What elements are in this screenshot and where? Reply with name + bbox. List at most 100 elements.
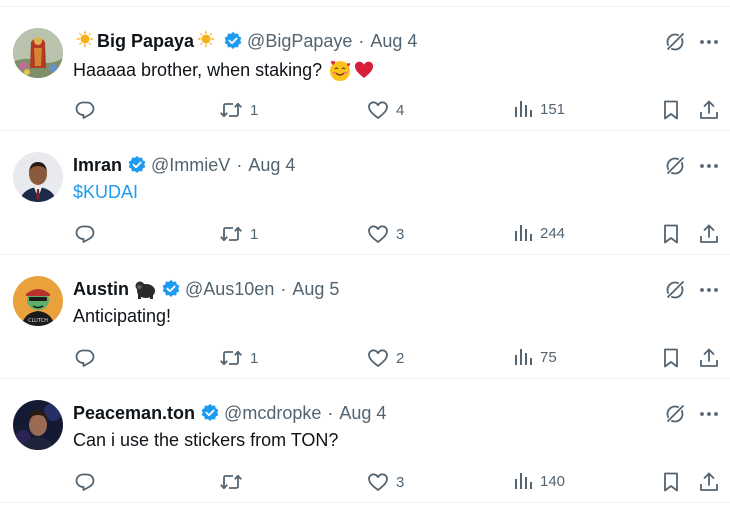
like-button[interactable]: 4	[367, 99, 404, 121]
tweet[interactable]: Big Papaya @BigPapaye · Aug 4 Haaaaa bro…	[0, 7, 730, 131]
more-options-icon[interactable]	[698, 403, 720, 430]
like-button[interactable]: 3	[367, 471, 404, 493]
reply-icon	[75, 473, 95, 491]
display-name[interactable]: Big Papaya	[97, 31, 194, 52]
retweet-count: 1	[250, 225, 259, 243]
reply-icon	[75, 225, 95, 243]
action-bar: 1 4 151	[0, 99, 730, 121]
bookmark-icon	[664, 100, 678, 120]
bookmark-button[interactable]	[661, 347, 681, 369]
svg-text:CLUTCH: CLUTCH	[28, 318, 48, 324]
display-name[interactable]: Austin	[73, 279, 129, 300]
share-button[interactable]	[698, 471, 720, 493]
action-bar: 1 2 75	[0, 347, 730, 369]
bookmark-button[interactable]	[661, 223, 681, 245]
share-icon	[700, 100, 718, 119]
view-count: 140	[540, 472, 566, 490]
view-count: 75	[540, 348, 557, 366]
verified-badge-icon[interactable]	[127, 155, 147, 175]
views-button[interactable]: 244	[513, 223, 565, 243]
handle[interactable]: @Aus10en	[185, 279, 274, 300]
tweet[interactable]: Imran @ImmieV · Aug 4 $KUDAI 1 3 244	[0, 131, 730, 255]
view-count: 244	[540, 224, 566, 242]
display-name[interactable]: Imran	[73, 155, 122, 176]
more-options-icon[interactable]	[698, 31, 720, 58]
more-options-icon[interactable]	[698, 279, 720, 306]
avatar[interactable]: CLUTCH	[13, 276, 63, 326]
sun-emoji-icon	[197, 30, 216, 52]
retweet-count: 1	[250, 349, 259, 367]
verified-badge-icon[interactable]	[161, 279, 181, 299]
retweet-button[interactable]	[219, 471, 250, 493]
retweet-icon	[220, 102, 242, 118]
like-count: 4	[396, 101, 405, 119]
grok-icon[interactable]	[664, 31, 686, 58]
handle[interactable]: @BigPapaye	[247, 31, 352, 52]
share-button[interactable]	[698, 223, 720, 245]
bookmark-button[interactable]	[661, 471, 681, 493]
smiling-face-with-hearts-emoji-icon	[328, 58, 352, 82]
timestamp[interactable]: Aug 4	[370, 31, 417, 52]
retweet-button[interactable]: 1	[219, 99, 258, 121]
avatar[interactable]	[13, 400, 63, 450]
retweet-icon	[220, 226, 242, 242]
avatar[interactable]	[13, 152, 63, 202]
separator-dot: ·	[280, 278, 287, 299]
tweet-header: Peaceman.ton @mcdropke · Aug 4	[73, 401, 386, 425]
reply-icon	[75, 101, 95, 119]
reply-button[interactable]	[74, 223, 103, 245]
share-button[interactable]	[698, 99, 720, 121]
more-options-icon[interactable]	[698, 155, 720, 182]
like-button[interactable]: 3	[367, 223, 404, 245]
handle[interactable]: @mcdropke	[224, 403, 321, 424]
tweet-text-container: $KUDAI	[73, 182, 138, 203]
retweet-icon	[220, 350, 242, 366]
reply-button[interactable]	[74, 347, 103, 369]
timestamp[interactable]: Aug 5	[292, 279, 339, 300]
reply-button[interactable]	[74, 471, 103, 493]
retweet-icon	[220, 474, 242, 490]
avatar[interactable]	[13, 28, 63, 78]
analytics-icon	[515, 101, 532, 117]
grok-icon[interactable]	[664, 403, 686, 430]
like-count: 3	[396, 225, 405, 243]
grok-icon[interactable]	[664, 279, 686, 306]
heart-icon	[368, 101, 388, 119]
reply-feed: Big Papaya @BigPapaye · Aug 4 Haaaaa bro…	[0, 0, 730, 505]
like-button[interactable]: 2	[367, 347, 404, 369]
bookmark-button[interactable]	[661, 99, 681, 121]
bookmark-icon	[664, 348, 678, 368]
analytics-icon	[515, 225, 532, 241]
views-button[interactable]: 140	[513, 471, 565, 491]
grok-icon[interactable]	[664, 155, 686, 182]
timestamp[interactable]: Aug 4	[339, 403, 386, 424]
cashtag-link[interactable]: $KUDAI	[73, 182, 138, 203]
reply-button[interactable]	[74, 99, 103, 121]
views-button[interactable]: 75	[513, 347, 557, 367]
like-count: 2	[396, 349, 405, 367]
tweet-text-container: Anticipating!	[73, 306, 171, 327]
tweet[interactable]: Peaceman.ton @mcdropke · Aug 4 Can i use…	[0, 379, 730, 503]
verified-badge-icon[interactable]	[200, 403, 220, 423]
heart-icon	[368, 473, 388, 491]
heart-icon	[368, 225, 388, 243]
share-icon	[700, 224, 718, 243]
gorilla-emoji-icon	[134, 279, 156, 299]
tweet[interactable]: CLUTCH Austin @Aus10en · Aug 5 Anticipat…	[0, 255, 730, 379]
timestamp[interactable]: Aug 4	[248, 155, 295, 176]
retweet-button[interactable]: 1	[219, 347, 258, 369]
display-name[interactable]: Peaceman.ton	[73, 403, 195, 424]
bookmark-icon	[664, 224, 678, 244]
share-button[interactable]	[698, 347, 720, 369]
tweet-text: Haaaaa brother, when staking?	[73, 59, 323, 80]
share-icon	[700, 472, 718, 491]
tweet-header: Big Papaya @BigPapaye · Aug 4	[73, 29, 417, 53]
verified-badge-icon[interactable]	[223, 31, 243, 51]
share-icon	[700, 348, 718, 367]
reply-icon	[75, 349, 95, 367]
tweet-text: Anticipating!	[73, 306, 172, 326]
retweet-button[interactable]: 1	[219, 223, 258, 245]
separator-dot: ·	[236, 154, 243, 175]
views-button[interactable]: 151	[513, 99, 565, 119]
handle[interactable]: @ImmieV	[151, 155, 230, 176]
